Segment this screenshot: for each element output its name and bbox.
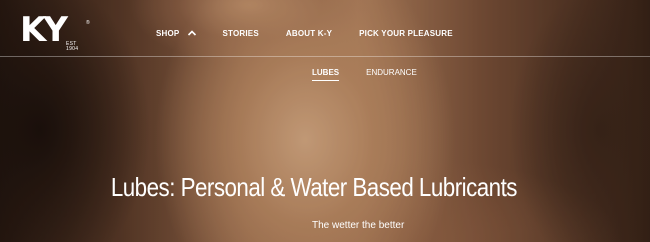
tab-lubes[interactable]: LUBES [312, 68, 340, 81]
chevron-up-icon [188, 30, 197, 36]
nav-divider [0, 56, 650, 57]
page-title: Lubes: Personal & Water Based Lubricants [110, 172, 518, 202]
logo-est-year: 1904 [66, 46, 79, 52]
page-subtitle: The wetter the better [312, 220, 405, 231]
tab-endurance[interactable]: ENDURANCE [366, 68, 417, 81]
nav-item-shop[interactable]: SHOP [156, 29, 197, 38]
nav-item-label: PICK YOUR PLEASURE [359, 28, 453, 38]
nav-item-stories[interactable]: STORIES [222, 29, 258, 38]
nav-item-pick-your-pleasure[interactable]: PICK YOUR PLEASURE [359, 29, 453, 38]
hero-page: KY ® EST 1904 SHOP STORIES ABOUT K-Y PIC… [0, 0, 650, 242]
logo-mark: KY [20, 10, 68, 50]
ky-logo[interactable]: KY ® EST 1904 [20, 10, 90, 54]
sub-nav: LUBES ENDURANCE [312, 68, 417, 81]
nav-item-label: ABOUT K-Y [285, 28, 333, 38]
nav-item-about[interactable]: ABOUT K-Y [286, 29, 332, 38]
nav-item-label: STORIES [222, 28, 259, 38]
nav-item-label: SHOP [156, 28, 180, 38]
main-nav: SHOP STORIES ABOUT K-Y PICK YOUR PLEASUR… [156, 27, 453, 39]
logo-est-badge: EST 1904 [66, 42, 78, 52]
registered-mark: ® [86, 20, 90, 26]
